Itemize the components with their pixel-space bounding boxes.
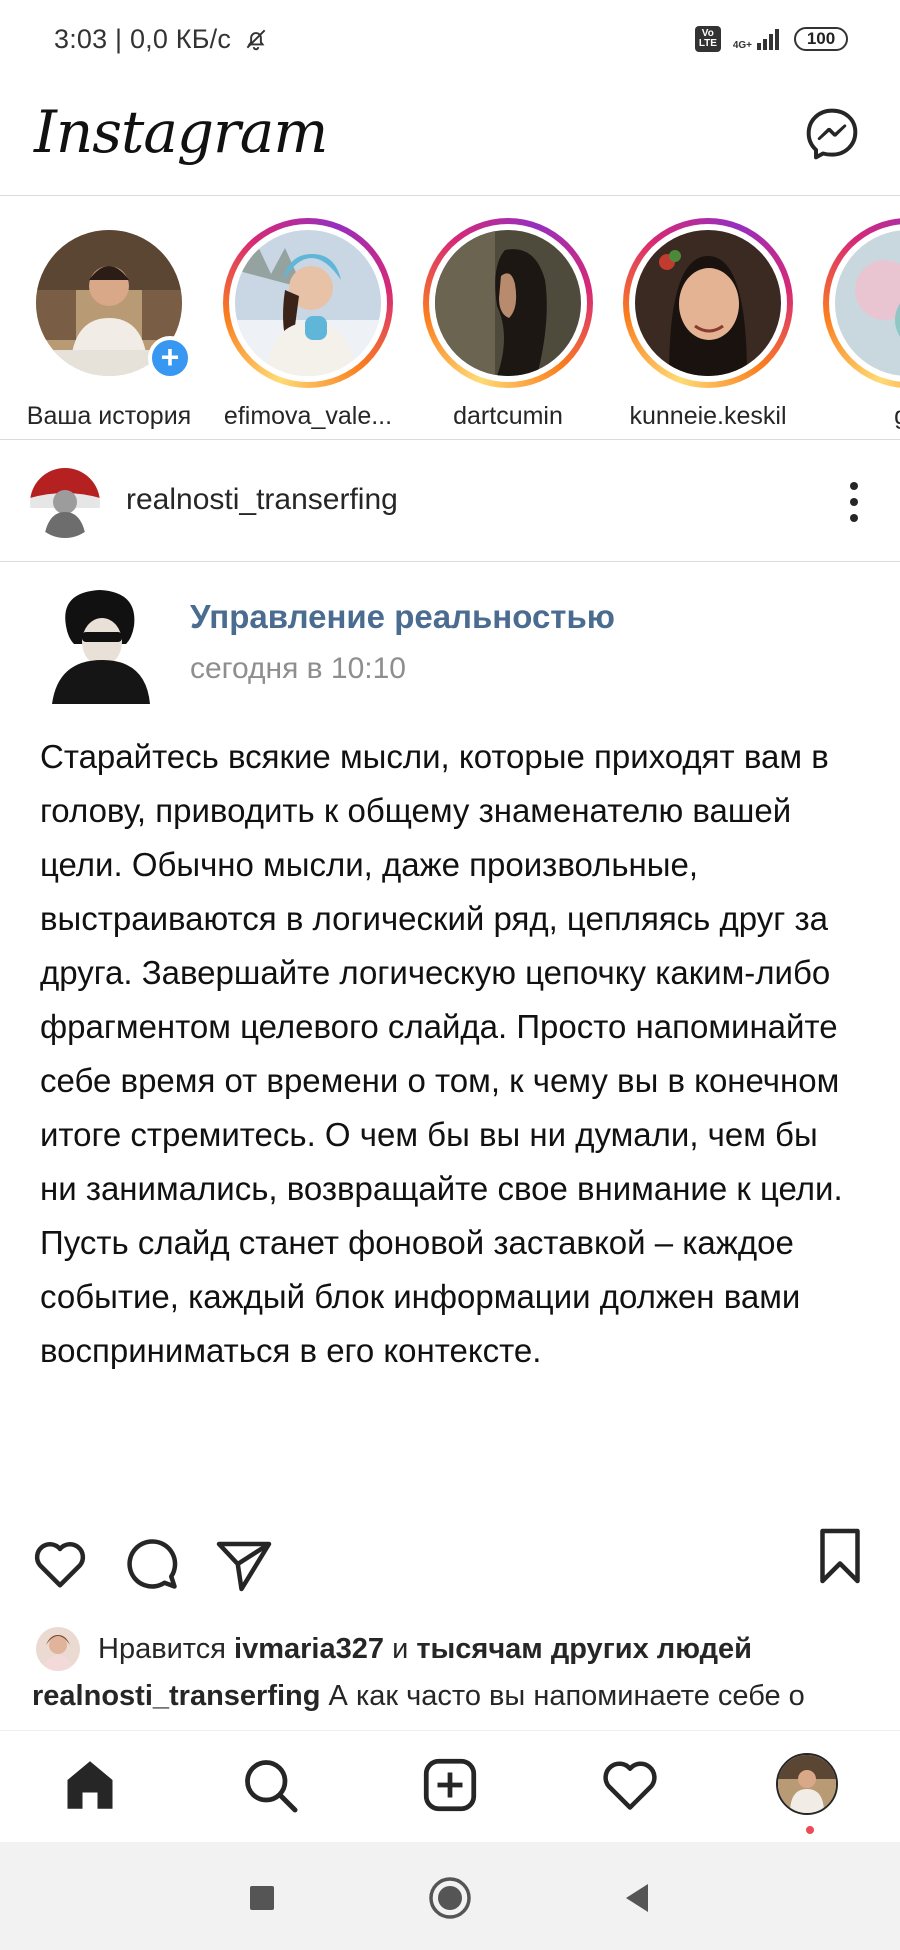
- app-header: Instagram: [0, 84, 900, 196]
- bell-off-icon: [246, 29, 266, 51]
- likes-prefix: Нравится: [98, 1632, 226, 1665]
- source-title: Управление реальностью: [190, 598, 615, 635]
- story-ring: [423, 218, 593, 388]
- likes-others[interactable]: тысячам других людей: [416, 1633, 752, 1666]
- story-ring: [623, 218, 793, 388]
- home-icon[interactable]: [60, 1755, 120, 1815]
- comment-icon[interactable]: [122, 1534, 182, 1594]
- signal-bars-icon: [757, 29, 779, 50]
- status-time: 3:03 | 0,0 КБ/с: [54, 24, 269, 55]
- story-ring: +: [24, 218, 194, 388]
- story-ring: [223, 218, 393, 388]
- like-icon[interactable]: [30, 1534, 90, 1594]
- story-item[interactable]: dartcumin: [413, 218, 603, 431]
- notification-dot: [806, 1826, 814, 1834]
- story-avatar: [835, 230, 900, 376]
- likes-row[interactable]: Нравится ivmaria327 и тысячам других люд…: [36, 1624, 876, 1674]
- add-story-icon[interactable]: +: [148, 336, 192, 380]
- post-image[interactable]: Управление реальностью сегодня в 10:10 С…: [0, 562, 900, 1504]
- story-own[interactable]: + Ваша история: [14, 218, 204, 431]
- liker-avatar: [36, 1627, 80, 1671]
- caption-text: А как часто вы напоминаете себе о: [328, 1680, 805, 1712]
- story-name: Ваша история: [26, 402, 192, 430]
- messenger-icon[interactable]: [804, 106, 860, 162]
- story-avatar: [635, 230, 781, 376]
- story-item[interactable]: kunneie.keskil: [613, 218, 803, 431]
- profile-tab-avatar[interactable]: [776, 1753, 838, 1815]
- story-name: dartcumin: [453, 402, 563, 430]
- more-options-icon[interactable]: [848, 480, 860, 524]
- post-author-avatar[interactable]: [30, 468, 100, 538]
- post-caption[interactable]: realnosti_transerfing А как часто вы нап…: [32, 1680, 882, 1726]
- post-actions: [0, 1504, 900, 1604]
- status-bar: 3:03 | 0,0 КБ/с Vo LTE 4G+ 100: [0, 0, 900, 84]
- post-header: realnosti_transerfing: [0, 440, 900, 562]
- source-time: сегодня в 10:10: [190, 652, 406, 685]
- caption-username[interactable]: realnosti_transerfing: [32, 1680, 320, 1712]
- bookmark-icon[interactable]: [810, 1526, 870, 1586]
- battery-indicator: 100: [794, 27, 848, 51]
- story-ring: [823, 218, 900, 388]
- story-avatar: [235, 230, 381, 376]
- post-username[interactable]: realnosti_transerfing: [126, 483, 398, 517]
- story-name: efimova_vale...: [223, 402, 393, 430]
- story-item[interactable]: efimova_vale...: [213, 218, 403, 431]
- volte-badge: Vo LTE: [694, 26, 721, 52]
- back-icon[interactable]: [612, 1872, 664, 1924]
- status-icons: Vo LTE 4G+ 100: [694, 26, 848, 52]
- search-icon[interactable]: [240, 1755, 300, 1815]
- quote-text: Старайтесь всякие мысли, которые приходя…: [40, 738, 843, 1369]
- home-button-icon[interactable]: [424, 1872, 476, 1924]
- likes-middle: и: [392, 1632, 409, 1665]
- instagram-logo: Instagram: [34, 98, 328, 166]
- network-type: 4G+: [732, 40, 752, 51]
- story-avatar: [435, 230, 581, 376]
- story-name: kunneie.keskil: [629, 402, 787, 430]
- source-avatar: [46, 586, 154, 704]
- story-name: ga: [813, 402, 900, 431]
- story-item[interactable]: ga: [813, 218, 900, 431]
- liker-username[interactable]: ivmaria327: [234, 1633, 384, 1666]
- new-post-icon[interactable]: [420, 1755, 480, 1815]
- stories-tray: + Ваша история efimova_vale... dartcumin…: [0, 196, 900, 440]
- signal-indicator: 4G+: [733, 27, 782, 51]
- activity-heart-icon[interactable]: [600, 1755, 660, 1815]
- share-icon[interactable]: [214, 1534, 274, 1594]
- recent-apps-icon[interactable]: [236, 1872, 288, 1924]
- bottom-tab-bar: [0, 1730, 900, 1842]
- system-nav-bar: [0, 1842, 900, 1950]
